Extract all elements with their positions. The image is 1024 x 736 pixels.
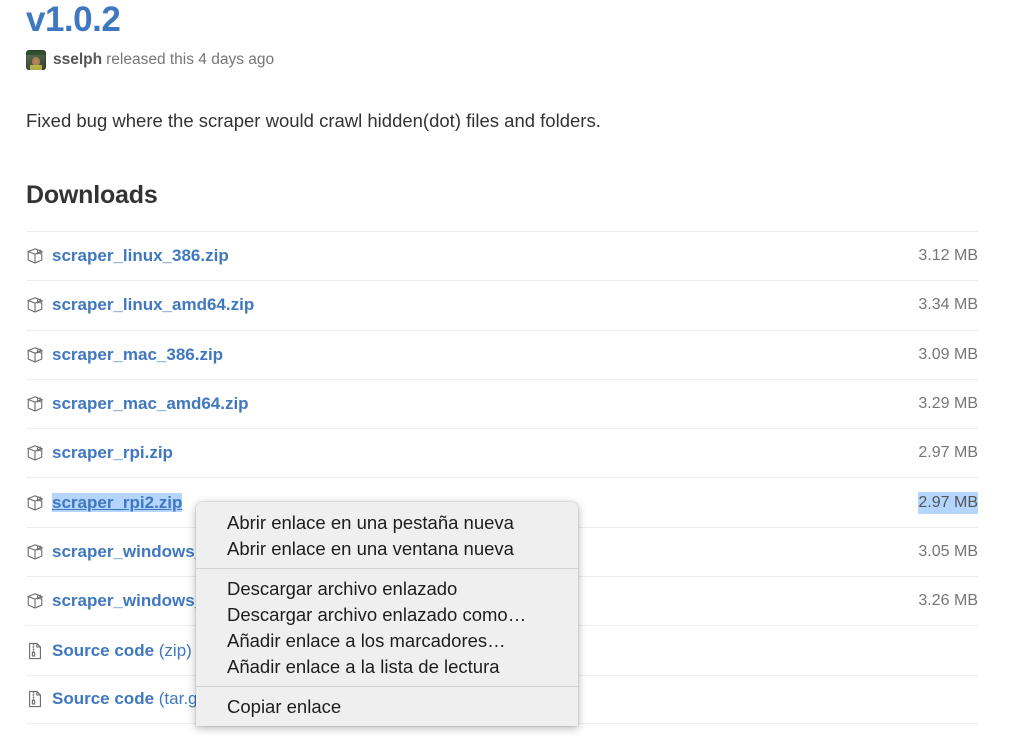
download-asset-link[interactable]: scraper_linux_386.zip [52,245,918,267]
table-row[interactable]: scraper_rpi.zip 2.97 MB [26,428,978,477]
file-zip-icon [29,691,41,708]
download-asset-name: scraper_linux_386.zip [52,246,229,266]
release-version-title[interactable]: v1.0.2 [26,0,121,42]
download-asset-name: scraper_rpi2.zip [52,492,183,512]
avatar[interactable] [26,50,46,70]
download-asset-size: 3.26 MB [918,592,978,610]
release-timestamp: released this 4 days ago [106,51,275,68]
context-menu[interactable]: Abrir enlace en una pestaña nueva Abrir e… [196,502,578,726]
package-icon [26,544,44,560]
context-menu-item[interactable]: Abrir enlace en una ventana nueva [196,536,578,562]
download-asset-size: 3.12 MB [918,247,978,265]
file-zip-icon [29,642,41,659]
table-row[interactable]: scraper_mac_amd64.zip 3.29 MB [26,378,978,428]
download-asset-link[interactable]: scraper_mac_amd64.zip [52,393,918,415]
context-menu-item[interactable]: Copiar enlace [196,694,578,720]
download-asset-link[interactable]: scraper_rpi.zip [52,442,918,464]
package-icon [26,494,52,512]
release-author[interactable]: sselph [53,49,102,71]
download-asset-size: 2.97 MB [918,444,978,462]
package-icon [26,396,44,412]
download-asset-link[interactable]: scraper_mac_386.zip [52,344,918,366]
file-zip-icon [26,642,52,660]
download-asset-name: Source code [52,640,155,660]
package-icon [26,346,44,363]
download-asset-name: scraper_mac_amd64.zip [52,394,249,414]
menu-divider [196,568,578,569]
package-icon [26,297,44,314]
package-icon [26,248,44,264]
package-icon [26,346,52,364]
download-asset-size: 3.34 MB [918,296,978,314]
context-menu-item[interactable]: Añadir enlace a la lista de lectura [196,654,578,680]
file-zip-icon [26,690,52,708]
package-icon [26,247,52,265]
download-asset-name: scraper_mac_386.zip [52,344,224,364]
table-row[interactable]: scraper_linux_386.zip 3.12 MB [26,231,978,280]
download-asset-link[interactable]: scraper_linux_amd64.zip [52,294,918,316]
package-icon [26,543,52,561]
table-row[interactable]: scraper_mac_386.zip 3.09 MB [26,329,978,379]
release-body-text: Fixed bug where the scraper would crawl … [26,110,601,131]
table-row[interactable]: scraper_linux_amd64.zip 3.34 MB [26,280,978,329]
download-asset-size: 2.97 MB [918,491,978,514]
context-menu-item[interactable]: Añadir enlace a los marcadores… [196,628,578,654]
package-icon [26,494,44,511]
downloads-heading: Downloads [26,181,158,209]
package-icon [26,444,52,462]
context-menu-item[interactable]: Descargar archivo enlazado como… [196,602,578,628]
package-icon [26,296,52,314]
package-icon [26,592,52,610]
context-menu-item[interactable]: Descargar archivo enlazado [196,576,578,602]
menu-divider [196,686,578,687]
download-asset-size: 3.05 MB [918,542,978,560]
download-asset-name: scraper_linux_amd64.zip [52,295,255,315]
download-asset-name: scraper_rpi.zip [52,443,173,463]
package-icon [26,395,52,413]
download-asset-name: Source code [52,689,155,709]
download-asset-size: 3.29 MB [918,395,978,413]
context-menu-item[interactable]: Abrir enlace en una pestaña nueva [196,510,578,536]
download-asset-format: (zip) [154,640,192,660]
package-icon [26,445,44,461]
package-icon [26,593,44,609]
release-byline: sselph released this 4 days ago [26,49,274,71]
download-asset-size: 3.09 MB [918,345,978,363]
